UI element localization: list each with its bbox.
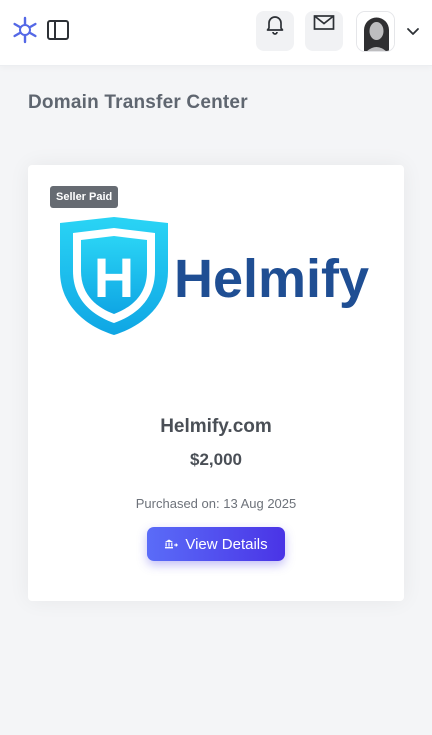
bank-transfer-icon (165, 539, 179, 549)
view-details-label: View Details (185, 535, 268, 553)
logo-wordmark: Helmify (174, 249, 369, 309)
notifications-button[interactable] (256, 11, 294, 51)
purchase-label: Purchased on: (135, 496, 220, 511)
domain-price: $2,000 (190, 450, 242, 469)
status-badge: Seller Paid (50, 186, 119, 208)
bell-icon (264, 13, 286, 40)
purchase-date-value: 13 Aug 2025 (223, 496, 297, 511)
domain-card: Seller Paid H Helmify Helmify.com $2,000… (28, 165, 404, 601)
user-avatar[interactable] (356, 11, 395, 52)
mail-icon (313, 13, 335, 38)
chevron-down-icon[interactable] (406, 24, 420, 38)
domain-name: Helmify.com (160, 416, 272, 437)
logo-letter: H (94, 246, 134, 309)
brand-logo-icon[interactable] (11, 16, 39, 44)
top-navbar (0, 0, 432, 66)
view-details-button[interactable]: View Details (147, 527, 285, 561)
domain-logo: H Helmify (60, 217, 369, 335)
messages-button[interactable] (305, 11, 343, 51)
purchase-date: Purchased on: 13 Aug 2025 (28, 496, 404, 511)
sidebar-toggle-icon[interactable] (46, 19, 70, 41)
page-title: Domain Transfer Center (28, 92, 248, 113)
